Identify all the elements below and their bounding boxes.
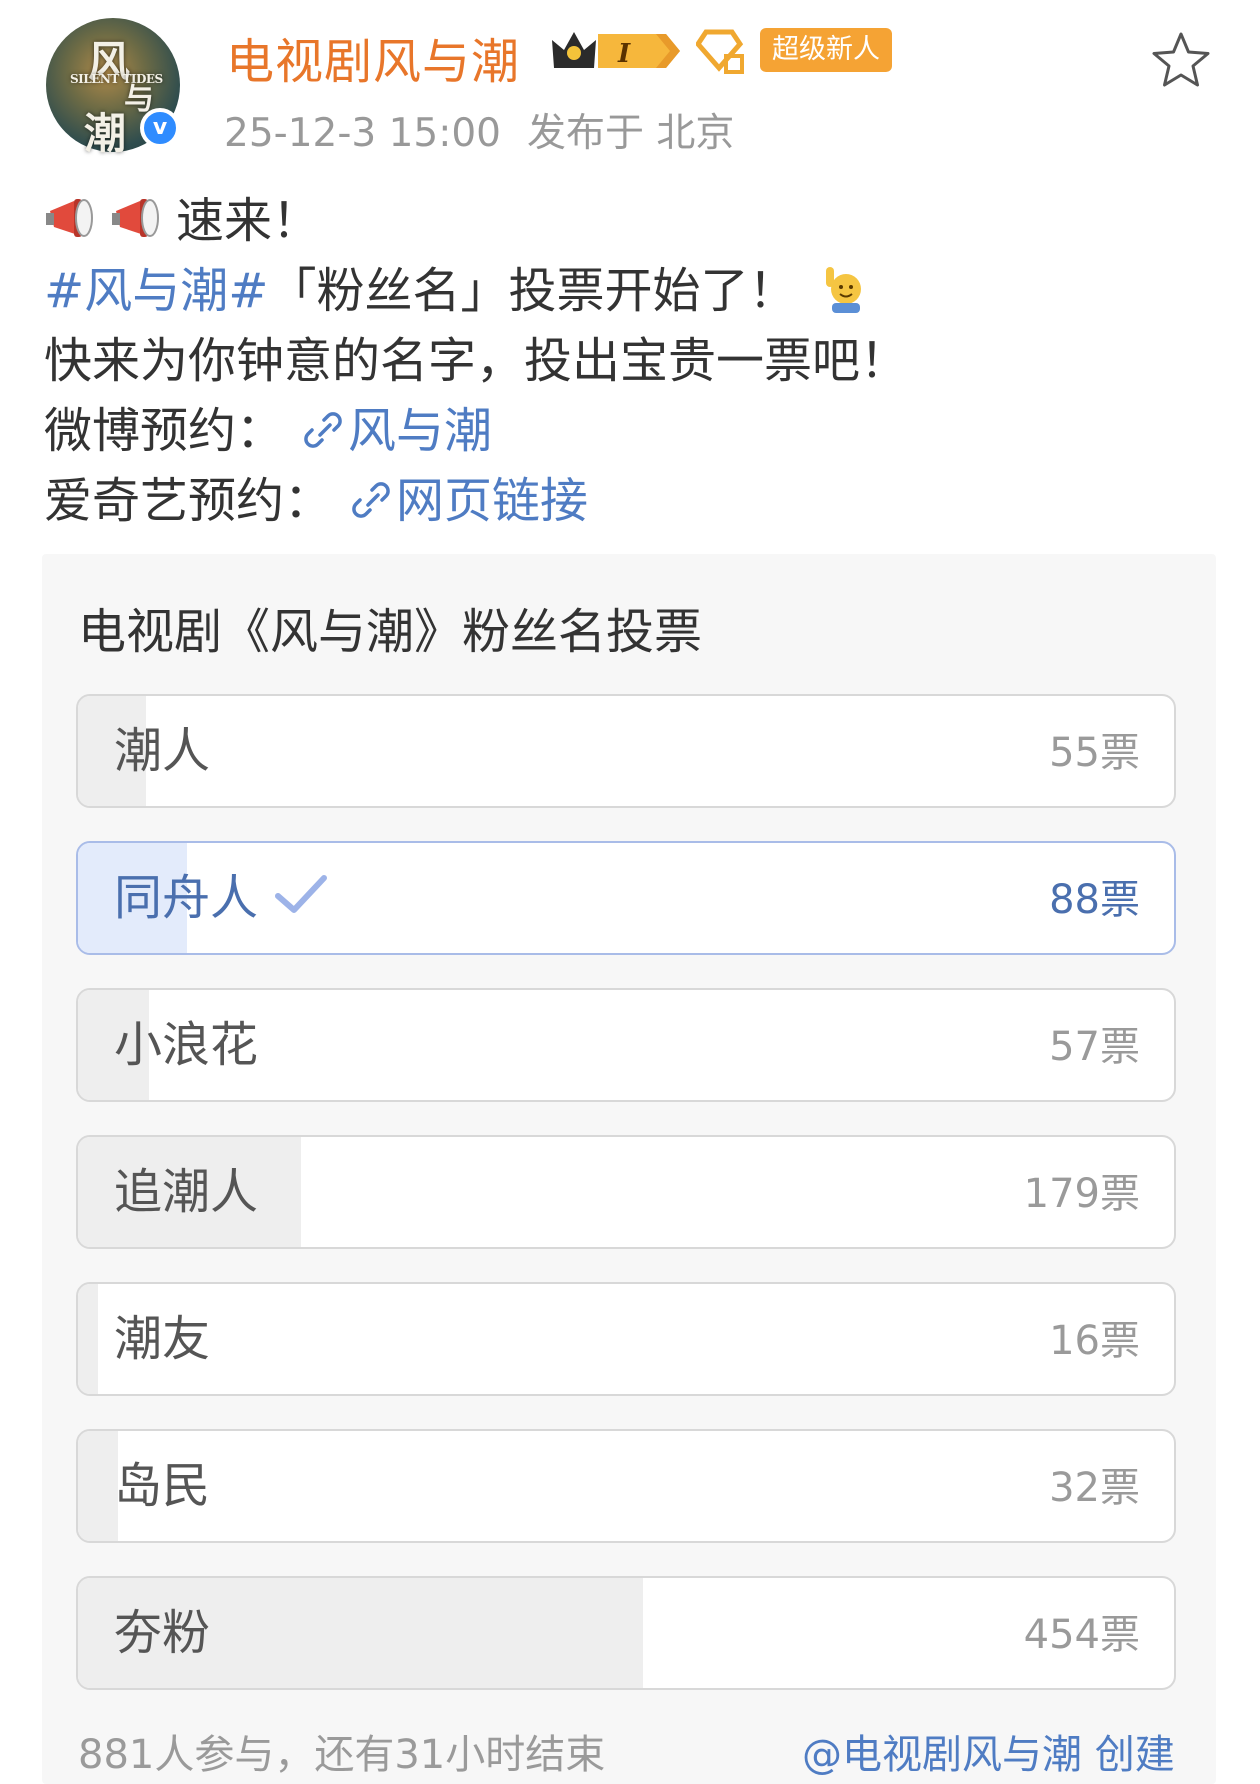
crown-badge-icon[interactable]: I — [548, 26, 684, 76]
poll-option-votes: 55票 — [1049, 730, 1140, 776]
megaphone-icon — [112, 199, 159, 237]
poll-option-votes: 16票 — [1049, 1318, 1140, 1364]
poll-option-fill — [78, 1431, 118, 1541]
hashtag-link[interactable]: #风与潮# — [44, 263, 268, 319]
username[interactable]: 电视剧风与潮 — [226, 22, 520, 92]
post-text: 爱奇艺预约： — [44, 473, 333, 529]
post-text: 微博预约： — [44, 403, 285, 459]
poll-card: 电视剧《风与潮》粉丝名投票 潮人 55票 同舟人 88票 小浪花 57票 追潮人… — [42, 554, 1216, 1784]
poll-option-votes: 88票 — [1049, 877, 1140, 923]
iqiyi-reservation-link[interactable]: 网页链接 — [396, 473, 588, 529]
poll-option-text: 同舟人 — [114, 870, 259, 926]
post-meta: 25-12-3 15:00 发布于 北京 — [224, 102, 734, 158]
poll-option[interactable]: 追潮人 179票 — [76, 1135, 1176, 1249]
poll-creator-link[interactable]: @电视剧风与潮 创建 — [802, 1722, 1175, 1780]
poll-option[interactable]: 潮人 55票 — [76, 694, 1176, 808]
poll-option-label: 小浪花 — [114, 1017, 259, 1073]
poll-option-fill — [78, 1284, 98, 1394]
poll-option[interactable]: 夯粉 454票 — [76, 1576, 1176, 1690]
poll-option-label: 潮人 — [114, 723, 211, 779]
poll-option[interactable]: 小浪花 57票 — [76, 988, 1176, 1102]
megaphone-icon — [46, 199, 93, 237]
post-line: 爱奇艺预约： 网页链接 — [44, 466, 1224, 536]
level-badge-text: I — [617, 39, 631, 69]
timestamp: 25-12-3 15:00 — [224, 111, 501, 156]
post-text: 「粉丝名」投票开始了！ — [268, 263, 797, 319]
link-icon — [352, 482, 390, 518]
poll-option-votes: 32票 — [1049, 1465, 1140, 1511]
post-line: 微博预约： 风与潮 — [44, 396, 1224, 466]
location: 发布于 北京 — [527, 111, 735, 156]
post-body: 速来！ #风与潮#「粉丝名」投票开始了！ 快来为你钟意的名字，投出宝贵一票吧！ … — [44, 186, 1224, 536]
avatar-text: 潮 — [84, 109, 127, 158]
poll-option[interactable]: 潮友 16票 — [76, 1282, 1176, 1396]
raising-hand-emoji — [826, 267, 862, 313]
post-line: 速来！ — [44, 186, 1224, 256]
post-line: #风与潮#「粉丝名」投票开始了！ — [44, 256, 1224, 326]
checkmark-icon — [275, 875, 328, 913]
poll-option[interactable]: 岛民 32票 — [76, 1429, 1176, 1543]
poll-option-label: 潮友 — [114, 1311, 211, 1367]
weibo-reservation-link[interactable]: 风与潮 — [348, 403, 492, 459]
poll-title: 电视剧《风与潮》粉丝名投票 — [78, 604, 703, 660]
post-line: 快来为你钟意的名字，投出宝贵一票吧！ — [44, 333, 909, 389]
poll-option-label: 夯粉 — [114, 1605, 211, 1661]
poll-option-selected[interactable]: 同舟人 88票 — [76, 841, 1176, 955]
link-icon — [304, 412, 342, 448]
poll-option-votes: 454票 — [1023, 1612, 1140, 1658]
poll-option-label: 追潮人 — [114, 1164, 259, 1220]
post-text: 速来！ — [176, 193, 321, 249]
star-icon[interactable] — [1150, 30, 1212, 92]
poll-option-label: 同舟人 — [114, 843, 330, 953]
poll-status: 881人参与，还有31小时结束 — [78, 1732, 606, 1778]
new-user-badge: 超级新人 — [760, 28, 892, 72]
verified-badge-icon: v — [140, 108, 180, 148]
poll-option-votes: 179票 — [1023, 1171, 1140, 1217]
poll-option-label: 岛民 — [114, 1458, 211, 1514]
poll-option-votes: 57票 — [1049, 1024, 1140, 1070]
diamond-badge-icon[interactable] — [696, 26, 746, 76]
